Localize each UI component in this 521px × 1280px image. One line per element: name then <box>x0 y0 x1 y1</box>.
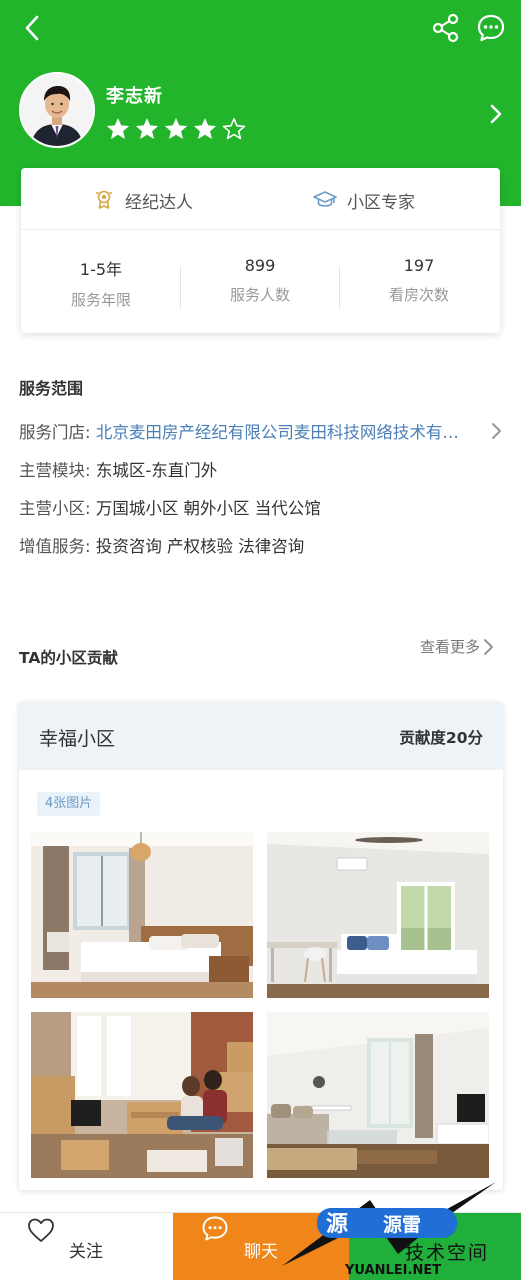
community-name: 幸福小区 <box>39 728 116 750</box>
photo-count-tag: 4张图片 <box>37 792 101 816</box>
stat-service-years: 1-5年 服务年限 <box>21 256 181 310</box>
heart-icon <box>28 1218 54 1242</box>
stat-people-served: 899 服务人数 <box>180 256 340 305</box>
community-photo[interactable] <box>267 1012 489 1178</box>
community-card[interactable]: 幸福小区 贡献度20分 4张图片 <box>19 702 503 1190</box>
agent-name: 李志新 <box>106 86 163 107</box>
watermark-url: YUANLEI.NET <box>345 1263 442 1278</box>
info-label: 主营模块: <box>19 461 96 480</box>
follow-button[interactable]: 关注 <box>0 1213 173 1280</box>
agent-stats-card: 经纪达人 小区专家 1-5年 服务年限 899 服务人数 197 看房次数 <box>21 168 500 333</box>
info-label: 主营小区: <box>19 499 96 518</box>
agent-avatar[interactable] <box>19 72 95 148</box>
value-added-services-row: 增值服务: 投资咨询 产权核验 法律咨询 <box>19 533 304 557</box>
star-outline-icon <box>222 117 246 140</box>
chevron-right-icon <box>492 423 501 439</box>
badge-broker-expert: 经纪达人 <box>93 180 193 220</box>
service-store-arrow[interactable] <box>487 420 505 442</box>
contribution-score: 贡献度20分 <box>399 729 483 747</box>
stat-label: 看房次数 <box>388 286 449 304</box>
info-value: 投资咨询 产权核验 法律咨询 <box>95 537 305 556</box>
star-filled-icon <box>106 118 130 139</box>
info-label: 增值服务: <box>19 537 96 556</box>
community-photo[interactable] <box>31 1012 253 1178</box>
info-value: 东城区-东直门外 <box>95 461 218 480</box>
watermark-text: 技术空间 <box>405 1242 490 1264</box>
stat-value: 899 <box>244 256 276 275</box>
graduation-cap-icon <box>313 191 337 207</box>
badge-label: 经纪达人 <box>125 192 193 213</box>
card-divider <box>21 229 500 230</box>
rating-stars <box>105 116 247 142</box>
badge-community-expert: 小区专家 <box>313 180 415 220</box>
community-photo[interactable] <box>31 832 253 998</box>
main-district-row: 主营模块: 东城区-东直门外 <box>19 457 217 481</box>
service-scope-title: 服务范围 <box>19 379 84 398</box>
stat-value: 197 <box>403 256 435 275</box>
stat-label: 服务人数 <box>229 286 290 304</box>
chevron-right-icon <box>484 638 493 655</box>
community-photo[interactable] <box>267 832 489 998</box>
view-more-label: 查看更多 <box>420 638 481 656</box>
info-value: 万国城小区 朝外小区 当代公馆 <box>95 499 321 518</box>
chat-bubble-icon <box>202 1216 228 1241</box>
stat-value: 1-5年 <box>79 260 123 279</box>
follow-label: 关注 <box>69 1242 103 1262</box>
stat-viewings: 197 看房次数 <box>339 256 499 305</box>
badge-label: 小区专家 <box>347 192 415 213</box>
service-store-row[interactable]: 服务门店: 北京麦田房产经纪有限公司麦田科技网络技术有限公司 <box>19 419 462 443</box>
watermark-text: 源雷 <box>383 1214 422 1236</box>
chat-bubble-icon <box>477 14 505 42</box>
share-icon <box>432 13 459 43</box>
contribution-title: TA的小区贡献 <box>19 649 118 667</box>
chevron-right-icon <box>490 104 502 124</box>
watermark-logo: 源 源雷 技术空间 YUANLEI.NET <box>278 1180 521 1280</box>
stat-label: 服务年限 <box>70 291 131 309</box>
star-filled-icon <box>193 118 217 139</box>
trophy-icon <box>96 190 112 209</box>
star-filled-icon <box>135 118 159 139</box>
watermark-text: 源 <box>326 1212 349 1237</box>
chevron-left-icon <box>25 15 39 41</box>
profile-detail-button[interactable] <box>484 100 508 128</box>
share-button[interactable] <box>428 10 464 46</box>
star-filled-icon <box>164 118 188 139</box>
main-communities-row: 主营小区: 万国城小区 朝外小区 当代公馆 <box>19 495 321 519</box>
service-store-link[interactable]: 北京麦田房产经纪有限公司麦田科技网络技术有限公司 <box>96 419 462 443</box>
view-more-link[interactable]: 查看更多 <box>420 636 494 657</box>
back-button[interactable] <box>14 10 50 46</box>
message-button[interactable] <box>472 9 510 47</box>
info-label: 服务门店: <box>19 423 96 442</box>
chat-label: 聊天 <box>244 1242 278 1262</box>
